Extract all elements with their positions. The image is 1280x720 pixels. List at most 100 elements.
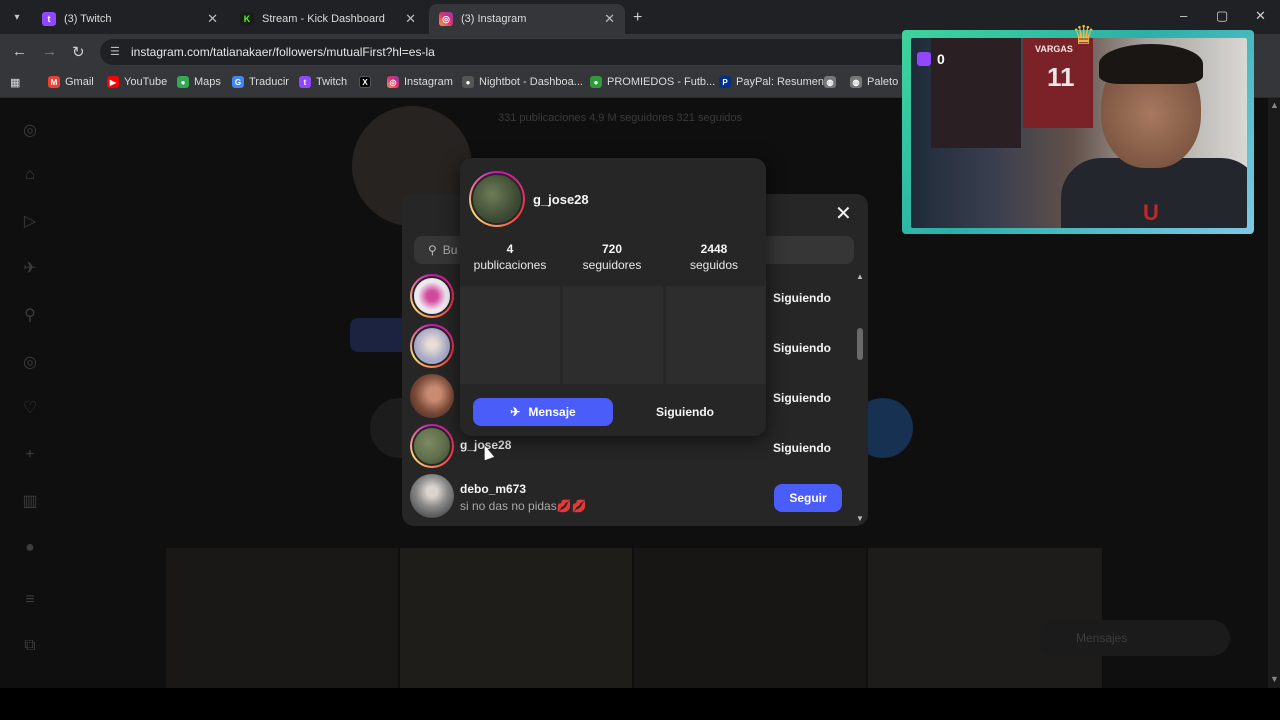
- following-button[interactable]: Siguiendo: [762, 384, 842, 412]
- search-icon: ⚲: [428, 243, 437, 257]
- instagram-icon: ◎: [387, 76, 399, 88]
- messages-icon[interactable]: ✈: [20, 258, 40, 278]
- follow-button[interactable]: Seguir: [774, 484, 842, 512]
- list-item[interactable]: debo_m673 si no das no pidas💋💋 Seguir: [410, 474, 850, 520]
- following-button[interactable]: Siguiendo: [615, 398, 755, 426]
- stat-label: seguidos: [689, 258, 739, 272]
- tab-twitch[interactable]: t (3) Twitch ✕: [32, 4, 228, 34]
- menu-icon[interactable]: ≡: [20, 590, 40, 610]
- notifications-icon[interactable]: ♡: [20, 398, 40, 418]
- webcam-overlay: VARGAS 11 U 0 ♛: [902, 20, 1254, 234]
- reels-icon[interactable]: ▷: [20, 211, 40, 231]
- post-thumbnail[interactable]: [400, 548, 632, 688]
- bookmark-paleto[interactable]: ◍ Paleto: [850, 76, 898, 88]
- bookmark-label: Twitch: [316, 76, 348, 88]
- modal-scrollbar[interactable]: ▲ ▼: [856, 272, 866, 526]
- post-thumbnail[interactable]: [634, 548, 866, 688]
- post-thumbnail[interactable]: [460, 286, 560, 384]
- profile-icon[interactable]: ●: [20, 538, 40, 558]
- scroll-down-icon[interactable]: ▼: [1270, 674, 1279, 684]
- bookmark-translate[interactable]: G Traducir: [232, 76, 289, 88]
- tab-search-icon[interactable]: ▾: [8, 8, 26, 26]
- tab-kick[interactable]: K Stream - Kick Dashboard ✕: [230, 4, 426, 34]
- user-bio: si no das no pidas💋💋: [460, 499, 587, 513]
- threads-icon[interactable]: ⧉: [20, 636, 40, 656]
- close-icon[interactable]: ✕: [835, 201, 852, 226]
- maps-icon: ●: [177, 76, 189, 88]
- site-info-icon[interactable]: ☰: [110, 45, 120, 58]
- messages-label: Mensajes: [1076, 631, 1128, 645]
- viewer-counter: 0: [917, 48, 961, 70]
- back-icon[interactable]: ←: [12, 43, 27, 60]
- close-icon[interactable]: ✕: [405, 11, 416, 27]
- avatar[interactable]: [410, 474, 454, 518]
- follow-button-bg[interactable]: [350, 318, 410, 352]
- bookmark-label: Instagram: [404, 76, 453, 88]
- stat-label: publicaciones: [473, 258, 547, 272]
- dashboard-icon[interactable]: ▥: [20, 491, 40, 511]
- tab-title: (3) Twitch: [64, 13, 112, 25]
- avatar[interactable]: [410, 274, 454, 318]
- hanging-jersey: VARGAS 11: [1023, 38, 1093, 128]
- messages-bubble[interactable]: Mensajes: [1040, 620, 1230, 656]
- crown-icon: ♛: [1072, 20, 1096, 50]
- scroll-down-icon[interactable]: ▼: [856, 514, 864, 523]
- bookmark-nightbot[interactable]: ● Nightbot - Dashboa...: [462, 76, 583, 88]
- avatar[interactable]: [469, 171, 525, 227]
- paypal-icon: P: [719, 76, 731, 88]
- scroll-thumb[interactable]: [857, 328, 863, 360]
- minimize-icon[interactable]: –: [1180, 8, 1187, 23]
- bookmark-label: Traducir: [249, 76, 289, 88]
- bookmark-instagram[interactable]: ◎ Instagram: [387, 76, 453, 88]
- tab-instagram[interactable]: ◎ (3) Instagram ✕: [429, 4, 625, 34]
- jersey-text: VARGAS: [1035, 44, 1073, 54]
- following-button[interactable]: Siguiendo: [762, 334, 842, 362]
- apps-icon[interactable]: ▦: [10, 76, 20, 89]
- close-icon[interactable]: ✕: [604, 11, 615, 27]
- url-text[interactable]: instagram.com/tatianakaer/followers/mutu…: [131, 45, 435, 59]
- bookmark-x[interactable]: X: [359, 76, 376, 88]
- avatar[interactable]: [410, 324, 454, 368]
- avatar[interactable]: [410, 424, 454, 468]
- post-thumbnail[interactable]: [666, 286, 766, 384]
- post-thumbnail[interactable]: [166, 548, 398, 688]
- create-icon[interactable]: +: [20, 445, 40, 465]
- page-scrollbar[interactable]: ▲ ▼: [1268, 98, 1280, 688]
- taskbar: [0, 688, 1280, 720]
- avatar[interactable]: [410, 374, 454, 418]
- translate-icon: G: [232, 76, 244, 88]
- username[interactable]: debo_m673: [460, 482, 526, 496]
- new-tab-icon[interactable]: +: [633, 9, 642, 27]
- close-icon[interactable]: ✕: [207, 11, 218, 27]
- profile-hover-card: g_jose28 4 publicaciones 720 seguidores …: [460, 158, 766, 436]
- bookmark-gmail[interactable]: M Gmail: [48, 76, 94, 88]
- maximize-icon[interactable]: ▢: [1216, 8, 1228, 24]
- instagram-icon: ◎: [439, 12, 453, 26]
- stat-posts: 4 publicaciones: [460, 242, 560, 272]
- bookmark-youtube[interactable]: ▶ YouTube: [107, 76, 167, 88]
- close-window-icon[interactable]: ✕: [1255, 8, 1266, 24]
- bookmark-twitch[interactable]: t Twitch: [299, 76, 347, 88]
- following-button[interactable]: Siguiendo: [762, 434, 842, 462]
- bookmark-maps[interactable]: ● Maps: [177, 76, 221, 88]
- following-button[interactable]: Siguiendo: [762, 284, 842, 312]
- post-thumbnail[interactable]: [563, 286, 663, 384]
- bookmark-paypal[interactable]: P PayPal: Resumen: [719, 76, 824, 88]
- stat-label: seguidores: [582, 258, 642, 272]
- instagram-logo-icon[interactable]: ◎: [20, 120, 40, 140]
- username[interactable]: g_jose28: [533, 192, 589, 207]
- forward-icon[interactable]: →: [42, 43, 57, 60]
- explore-icon[interactable]: ◎: [20, 352, 40, 372]
- bookmark-promiedos[interactable]: ● PROMIEDOS - Futb...: [590, 76, 715, 88]
- message-button[interactable]: ✈ Mensaje: [473, 398, 613, 426]
- bookmark-globe[interactable]: ◍: [824, 76, 841, 88]
- message-label: Mensaje: [528, 405, 576, 419]
- post-thumbnail[interactable]: [868, 548, 1102, 688]
- webcam-feed: VARGAS 11 U: [911, 38, 1247, 228]
- search-icon[interactable]: ⚲: [20, 305, 40, 325]
- send-icon: ✈: [510, 405, 521, 419]
- scroll-up-icon[interactable]: ▲: [856, 272, 864, 281]
- home-icon[interactable]: ⌂: [20, 165, 40, 185]
- reload-icon[interactable]: ↻: [72, 43, 85, 61]
- scroll-up-icon[interactable]: ▲: [1270, 100, 1279, 110]
